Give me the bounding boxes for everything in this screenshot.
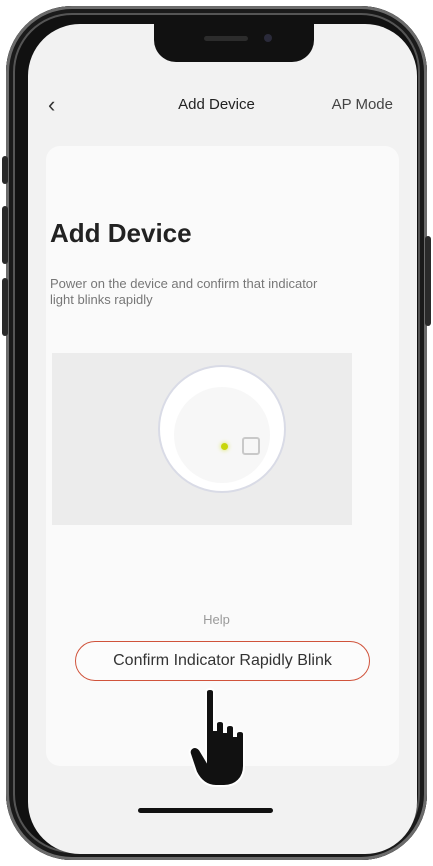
front-camera (264, 34, 272, 42)
confirm-indicator-button[interactable]: Confirm Indicator Rapidly Blink (75, 641, 370, 681)
speaker (204, 36, 248, 41)
device-button-icon (242, 437, 260, 455)
instruction-text: Power on the device and confirm that ind… (50, 276, 318, 307)
device-illustration (52, 353, 352, 525)
help-link[interactable]: Help (0, 612, 433, 627)
device-zoom-circle (158, 365, 286, 493)
device-face (174, 387, 270, 483)
ap-mode-link[interactable]: AP Mode (332, 96, 393, 113)
mute-switch (2, 156, 8, 184)
volume-up-button (2, 206, 8, 264)
indicator-light-icon (221, 443, 228, 450)
pointing-hand-icon (188, 688, 245, 787)
navigation-bar: ‹ Add Device AP Mode (28, 88, 405, 124)
power-button (425, 236, 431, 326)
volume-down-button (2, 278, 8, 336)
notch (154, 24, 314, 62)
page-title: Add Device (50, 218, 192, 248)
home-indicator (138, 808, 273, 813)
